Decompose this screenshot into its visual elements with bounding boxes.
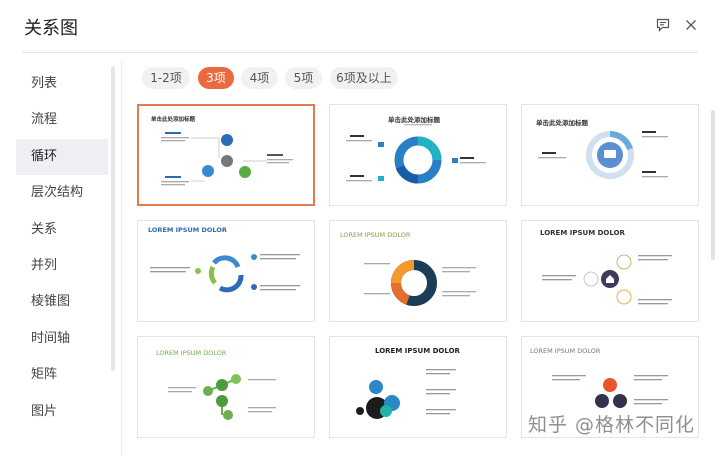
category-sidebar: 列表 流程 循环 层次结构 关系 并列 棱锥图 时间轴 矩阵 图片 (16, 66, 108, 430)
sidebar-item-process[interactable]: 流程 (16, 102, 108, 138)
cycle-thumbnail (346, 124, 486, 184)
template-card[interactable]: LOREM IPSUM DOLOR (137, 220, 315, 322)
sidebar-item-hierarchy[interactable]: 层次结构 (16, 175, 108, 211)
sidebar-item-relationship[interactable]: 关系 (16, 212, 108, 248)
close-icon[interactable] (683, 17, 699, 33)
watermark-text: 知乎 @格林不同化 (528, 414, 696, 436)
tab-1-2[interactable]: 1-2项 (142, 67, 190, 89)
dialog-title: 关系图 (24, 18, 78, 39)
sidebar-scrollbar[interactable] (111, 66, 115, 371)
comment-icon[interactable] (655, 17, 671, 33)
sidebar-item-picture[interactable]: 图片 (16, 394, 108, 430)
template-card[interactable]: LOREM IPSUM DOLOR (137, 336, 315, 438)
cycle-thumbnail (538, 131, 668, 179)
tab-5[interactable]: 5项 (285, 67, 322, 89)
cycle-thumbnail (356, 369, 456, 419)
template-card[interactable]: LOREM IPSUM DOLOR (329, 336, 507, 438)
template-card[interactable]: LOREM IPSUM DOLOR (521, 220, 699, 322)
cycle-thumbnail (150, 254, 300, 293)
sidebar-item-list[interactable]: 列表 (16, 66, 108, 102)
content-scrollbar[interactable] (711, 110, 715, 260)
template-card[interactable]: LOREM IPSUM DOLOR (329, 220, 507, 322)
cycle-thumbnail (542, 254, 672, 305)
cycle-thumbnail (161, 132, 293, 186)
cycle-thumbnail (364, 260, 476, 306)
template-card[interactable]: 单击此处添加标题 (137, 104, 315, 206)
sidebar-item-parallel[interactable]: 并列 (16, 248, 108, 284)
tab-6-plus[interactable]: 6项及以上 (330, 67, 398, 89)
sidebar-item-cycle[interactable]: 循环 (16, 138, 108, 176)
sidebar-item-matrix[interactable]: 矩阵 (16, 357, 108, 393)
sidebar-divider (121, 60, 122, 456)
sidebar-item-timeline[interactable]: 时间轴 (16, 321, 108, 357)
template-card[interactable]: 单击此处添加标题 (521, 104, 699, 206)
tab-4[interactable]: 4项 (241, 67, 278, 89)
cycle-thumbnail (168, 374, 276, 420)
tab-3[interactable]: 3项 (198, 67, 234, 89)
template-card[interactable]: 单击此处添加标题 (329, 104, 507, 206)
dialog-header: 关系图 (0, 0, 720, 52)
sidebar-item-pyramid[interactable]: 棱锥图 (16, 284, 108, 320)
header-divider (22, 52, 698, 53)
